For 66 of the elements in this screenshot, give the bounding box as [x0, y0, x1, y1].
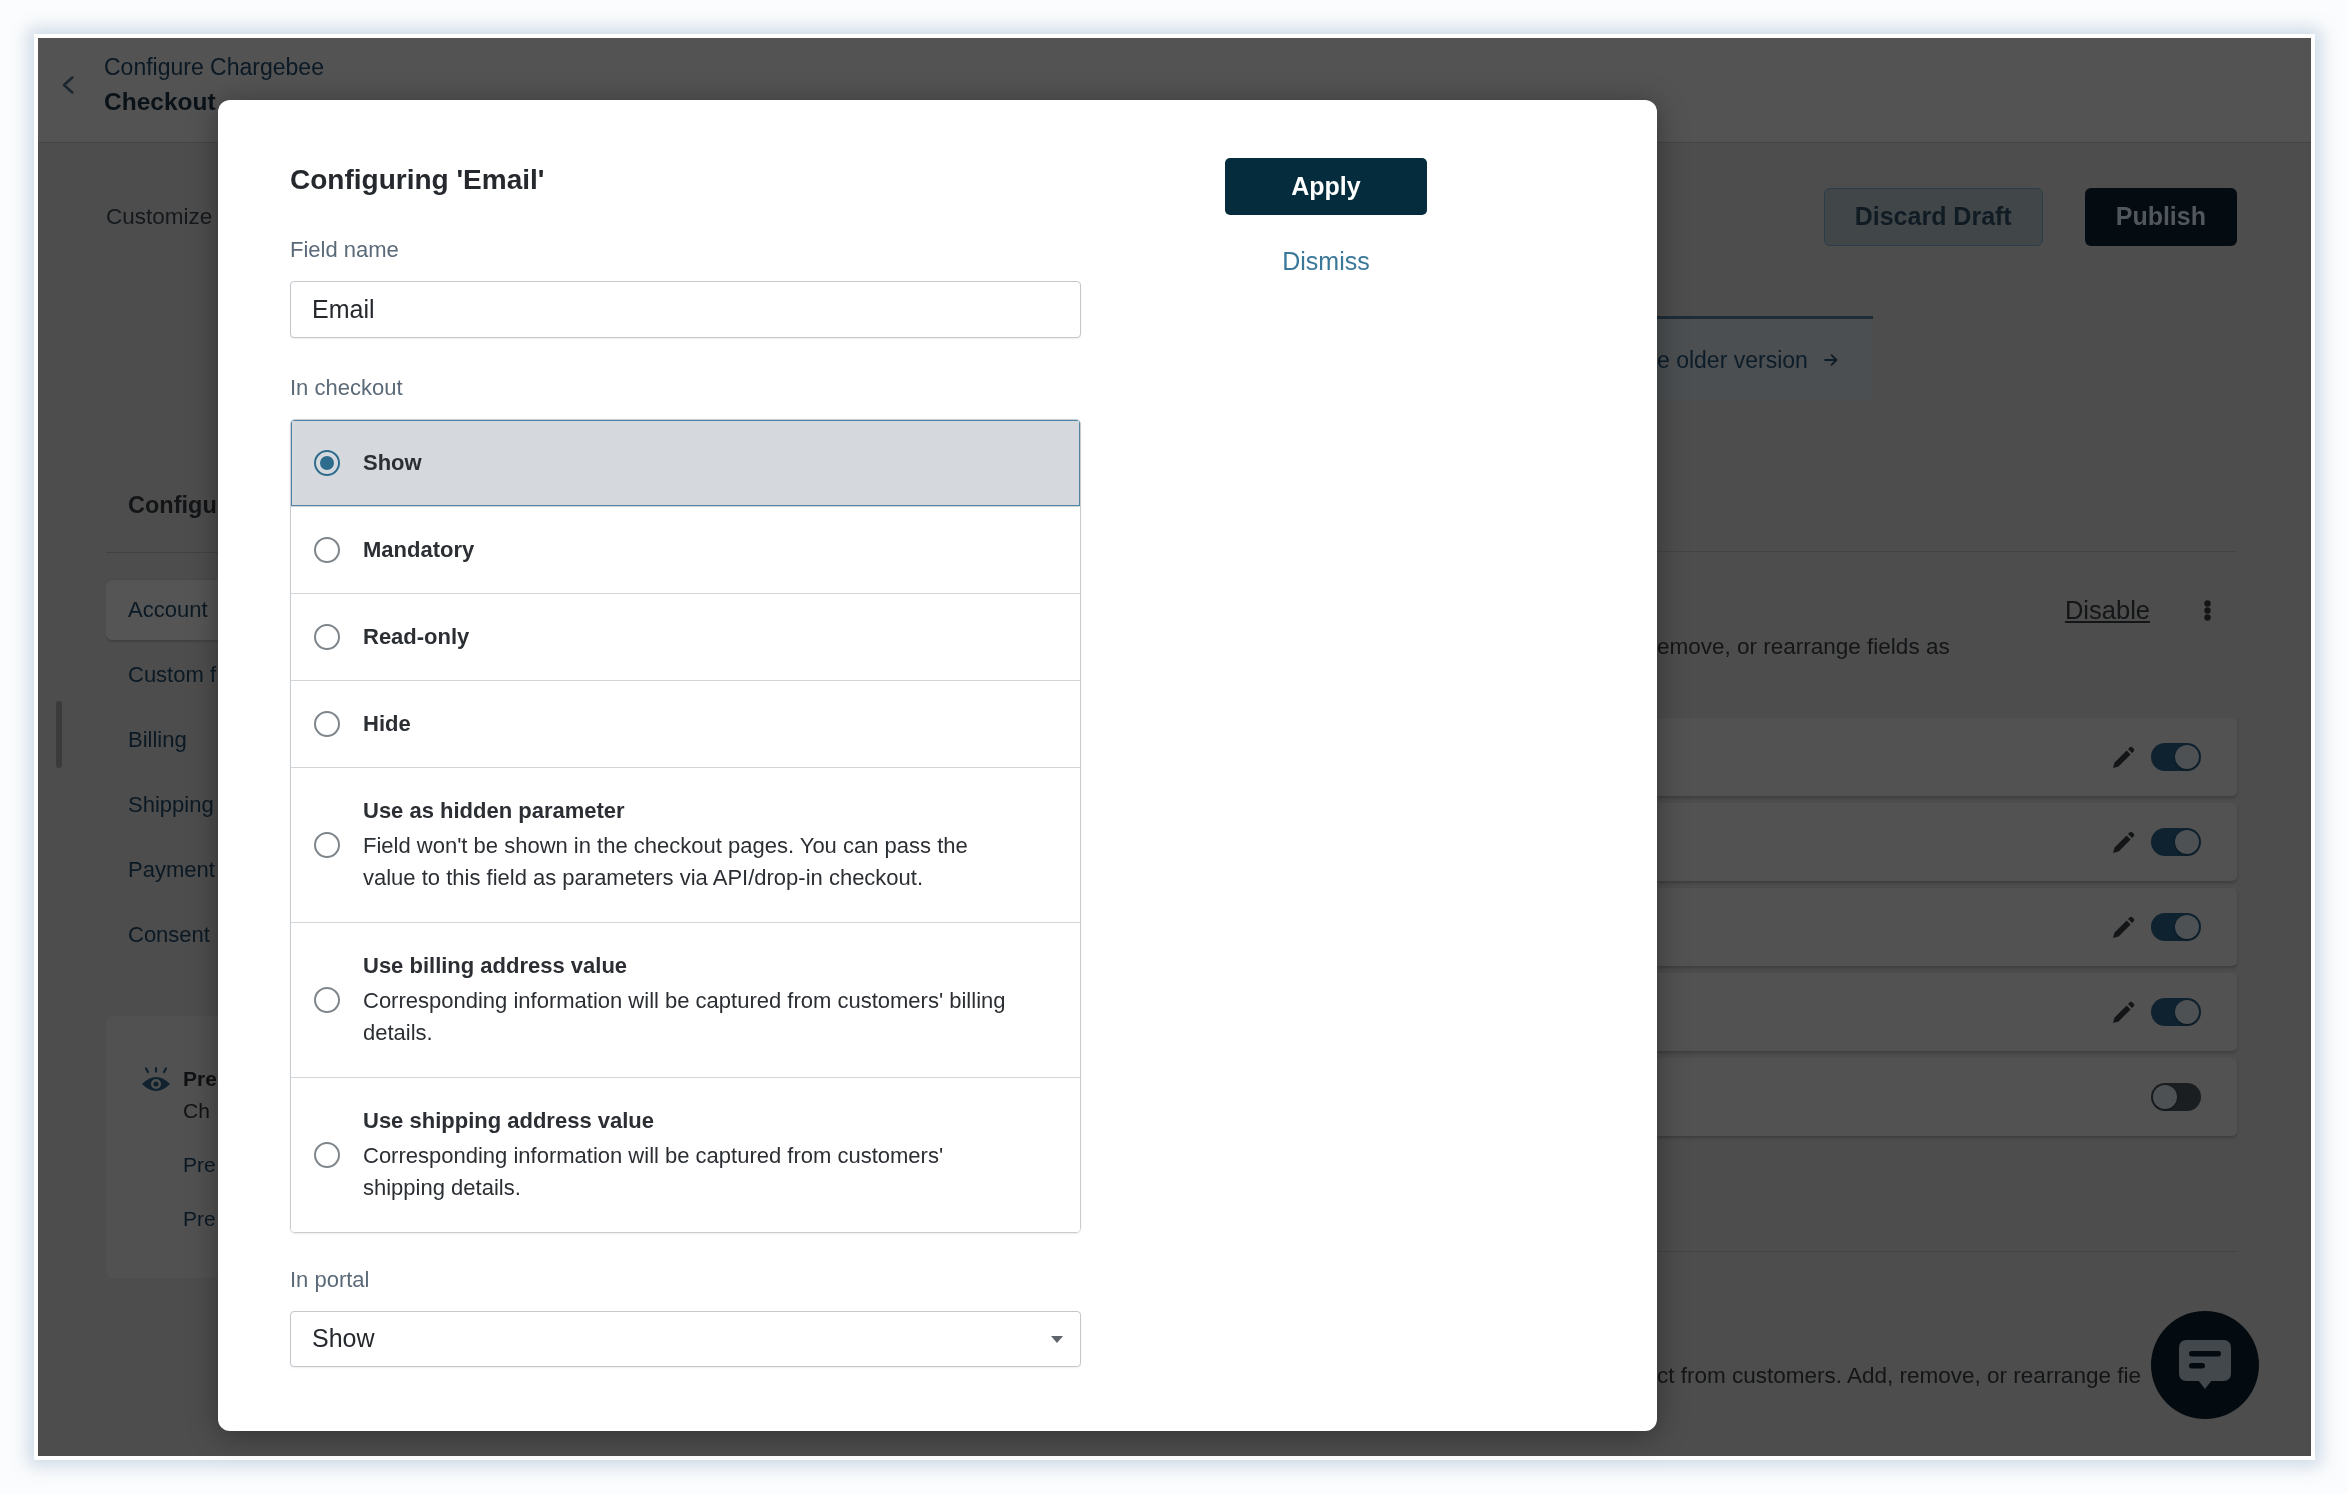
chat-bubble-icon	[2179, 1340, 2231, 1390]
sidebar-item[interactable]: Shipping	[106, 775, 218, 835]
radio-button[interactable]	[314, 450, 340, 476]
sidebar-item[interactable]: Consent	[106, 905, 218, 965]
option-row[interactable]: Hide	[291, 680, 1080, 767]
option-row[interactable]: Show	[291, 420, 1080, 506]
sidebar-title: Configu	[127, 491, 218, 520]
preview-text: Ch	[183, 1098, 210, 1124]
page-title: Checkout	[104, 86, 216, 117]
field-label: Field name	[290, 236, 399, 264]
field-label: In portal	[290, 1266, 370, 1294]
toggle-switch[interactable]	[2151, 998, 2201, 1026]
radio-button[interactable]	[314, 832, 340, 858]
older-version-link[interactable]: e older version	[1657, 345, 1838, 374]
sidebar-item[interactable]: Billing	[106, 710, 218, 770]
option-label: Use billing address value	[363, 952, 628, 980]
field-name-input[interactable]: Email	[290, 281, 1081, 338]
back-chevron-icon[interactable]	[62, 75, 74, 94]
sidebar-item[interactable]: Account	[106, 580, 218, 640]
radio-button[interactable]	[314, 987, 340, 1013]
sidebar-item[interactable]: Payment	[106, 840, 218, 900]
publish-button[interactable]: Publish	[2084, 188, 2237, 246]
page-subtitle: Customize	[106, 203, 213, 231]
option-label: Mandatory	[363, 536, 475, 564]
pencil-icon[interactable]	[2113, 831, 2135, 853]
toggle-switch[interactable]	[2151, 1083, 2201, 1111]
option-row[interactable]: Mandatory	[291, 506, 1080, 593]
section-description: emove, or rearrange fields as	[1657, 633, 1950, 661]
option-label: Show	[363, 449, 422, 477]
option-description: Corresponding information will be captured from customers' shipping details.	[363, 1142, 945, 1202]
pencil-icon[interactable]	[2113, 746, 2135, 768]
breadcrumb-link[interactable]: Configure Chargebee	[104, 52, 324, 81]
portal-select[interactable]: Show	[290, 1311, 1081, 1367]
dismiss-link[interactable]: Dismiss	[1282, 246, 1370, 276]
sidebar-item[interactable]: Custom f	[106, 645, 218, 705]
radio-button[interactable]	[314, 1142, 340, 1168]
preview-title: Pre	[183, 1066, 217, 1092]
option-label: Use as hidden parameter	[363, 797, 625, 825]
disable-link[interactable]: Disable	[2064, 595, 2150, 625]
dialog-title: Configuring 'Email'	[290, 163, 545, 197]
toggle-switch[interactable]	[2151, 828, 2201, 856]
option-description: Corresponding information will be captured from customers' billing details.	[363, 987, 1007, 1047]
field-label: In checkout	[290, 374, 403, 402]
preview-link[interactable]: Pre	[183, 1205, 216, 1233]
option-label: Hide	[363, 710, 411, 738]
arrow-right-icon	[1823, 353, 1838, 366]
eye-icon	[141, 1067, 171, 1092]
option-description: Field won't be shown in the checkout pages. You can pass the value to this field as parameters via API/drop-in checkout.	[363, 832, 969, 892]
caret-icon	[1051, 1335, 1063, 1343]
option-row[interactable]: Read-only	[291, 593, 1080, 680]
option-label: Use shipping address value	[363, 1107, 654, 1135]
more-icon[interactable]	[2204, 599, 2211, 621]
preview-link[interactable]: Pre	[183, 1151, 216, 1179]
apply-button[interactable]: Apply	[1225, 158, 1427, 215]
pencil-icon[interactable]	[2113, 1001, 2135, 1023]
radio-button[interactable]	[314, 624, 340, 650]
radio-button[interactable]	[314, 711, 340, 737]
option-row[interactable]: Use billing address value Corresponding information will be captured from customers' billing details.	[291, 922, 1080, 1077]
pencil-icon[interactable]	[2113, 916, 2135, 938]
radio-button[interactable]	[314, 537, 340, 563]
option-label: Read-only	[363, 623, 470, 651]
toggle-switch[interactable]	[2151, 743, 2201, 771]
toggle-switch[interactable]	[2151, 913, 2201, 941]
option-row[interactable]: Use as hidden parameter Field won't be shown in the checkout pages. You can pass the value to this field as parameters via API/drop-in checkout.	[291, 767, 1080, 922]
section-description: ct from customers. Add, remove, or rearrange fie	[1657, 1362, 2141, 1390]
option-row[interactable]: Use shipping address value Corresponding information will be captured from customers' shipping details.	[291, 1077, 1080, 1232]
